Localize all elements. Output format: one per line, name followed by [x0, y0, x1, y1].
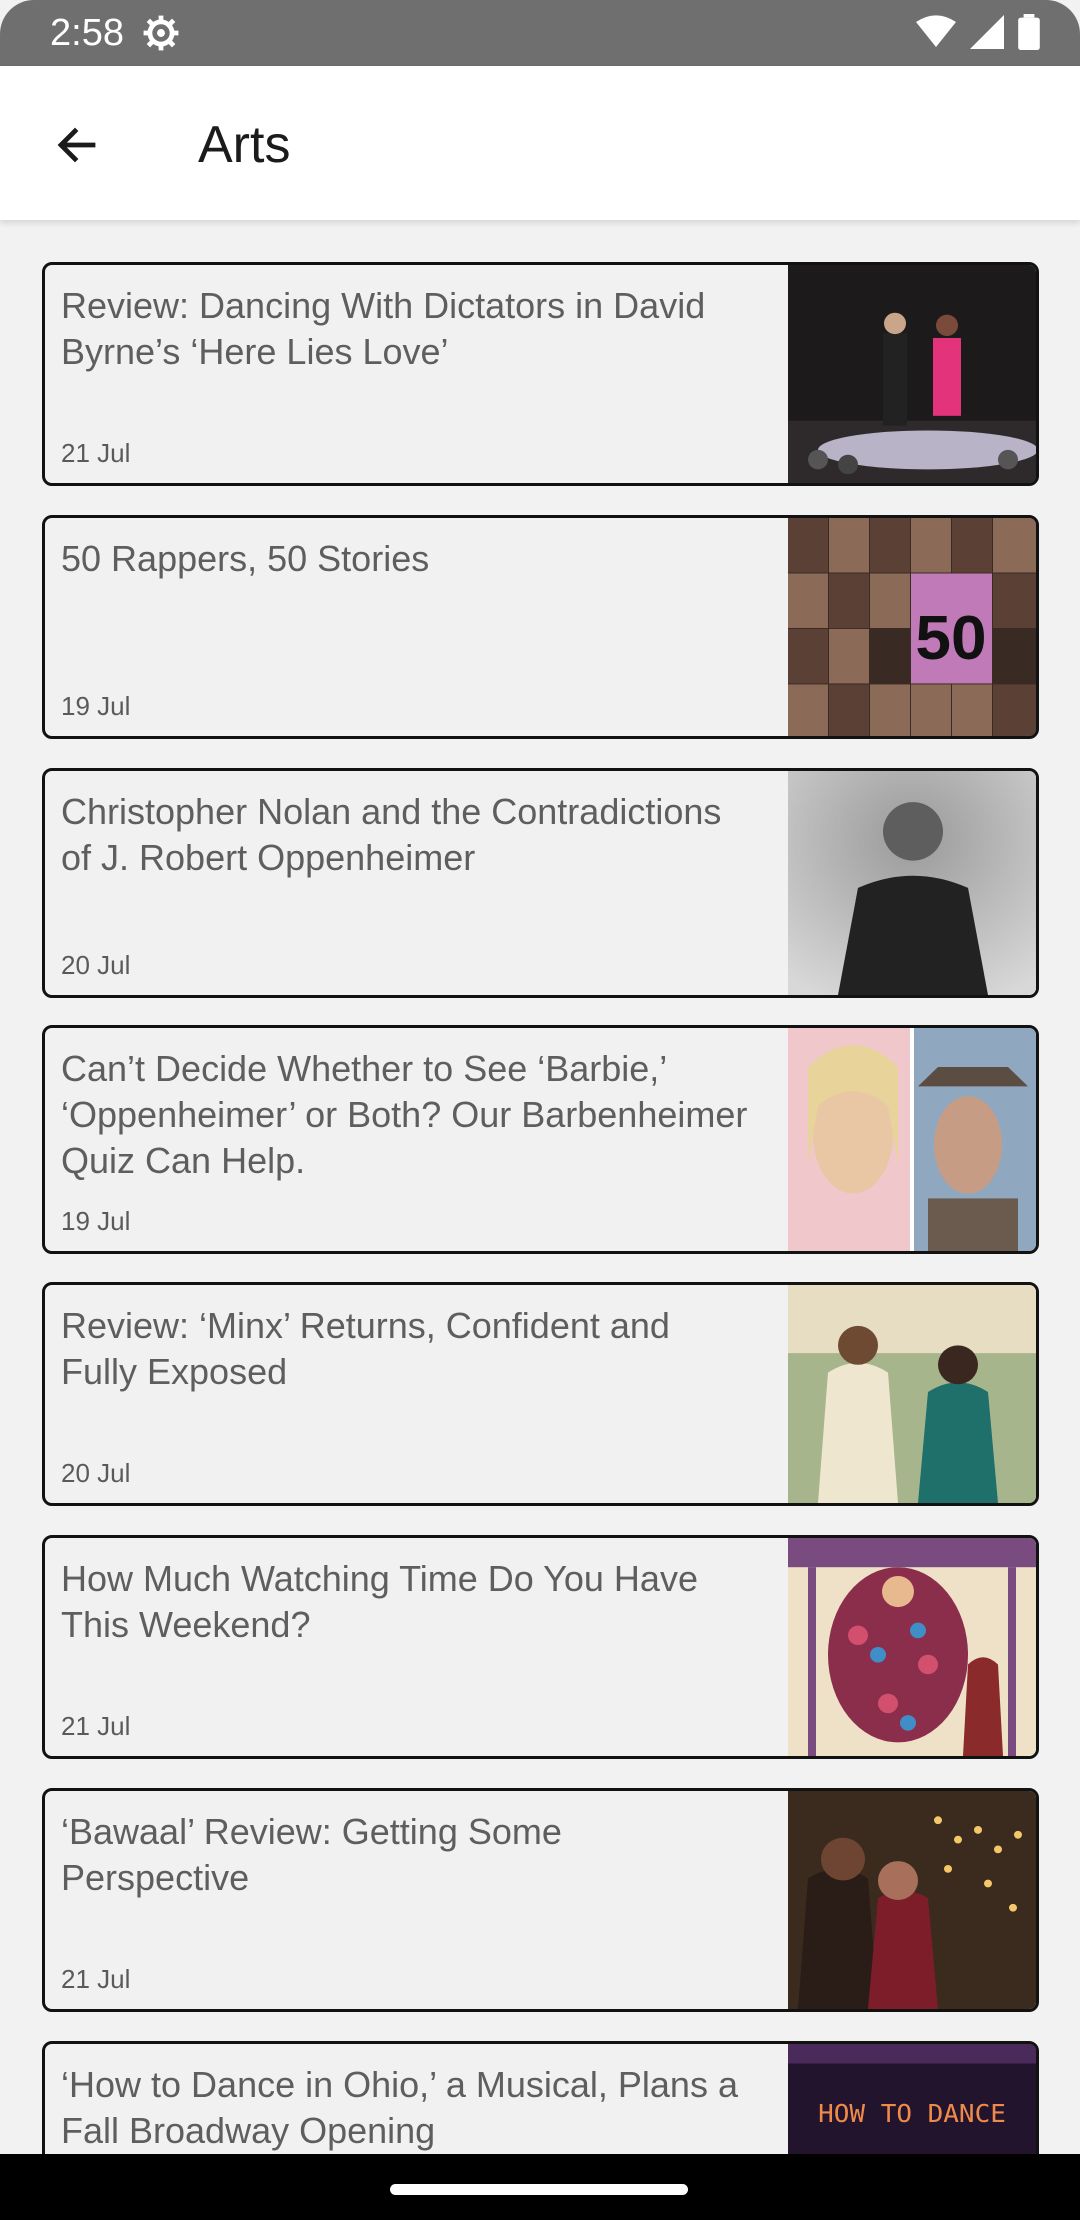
- article-list[interactable]: Review: Dancing With Dictators in David …: [0, 220, 1080, 2154]
- article-thumbnail: 50: [788, 518, 1036, 736]
- article-card[interactable]: Can’t Decide Whether to See ‘Barbie,’ ‘O…: [42, 1025, 1039, 1254]
- article-card[interactable]: 50 Rappers, 50 Stories 19 Jul 50: [42, 515, 1039, 739]
- article-thumbnail: [788, 1285, 1036, 1503]
- article-title: ‘How to Dance in Ohio,’ a Musical, Plans…: [61, 2064, 738, 2151]
- article-date: 19 Jul: [61, 1206, 131, 1236]
- article-date: 21 Jul: [61, 438, 131, 468]
- app-bar: Arts: [0, 66, 1080, 220]
- article-title: Can’t Decide Whether to See ‘Barbie,’ ‘O…: [61, 1048, 748, 1181]
- article-thumbnail: [788, 1791, 1036, 2009]
- status-bar: 2:58: [0, 0, 1080, 66]
- article-thumbnail: [788, 1538, 1036, 1756]
- article-title: Review: Dancing With Dictators in David …: [61, 285, 706, 372]
- settings-gear-icon: [143, 15, 179, 51]
- article-thumbnail: [788, 1028, 1036, 1251]
- article-date: 19 Jul: [61, 691, 131, 721]
- article-thumbnail: [788, 265, 1036, 483]
- article-title: ‘Bawaal’ Review: Getting Some Perspectiv…: [61, 1811, 562, 1898]
- article-thumbnail: [788, 771, 1036, 995]
- back-button[interactable]: [44, 112, 110, 178]
- page-title: Arts: [198, 116, 291, 174]
- article-thumbnail: HOW TO DANCE: [788, 2044, 1036, 2154]
- article-date: 20 Jul: [61, 950, 131, 980]
- status-icons: [916, 14, 1040, 50]
- navigation-bar: [0, 2154, 1080, 2220]
- article-date: 21 Jul: [61, 1964, 131, 1994]
- article-card[interactable]: ‘Bawaal’ Review: Getting Some Perspectiv…: [42, 1788, 1039, 2012]
- article-card[interactable]: Christopher Nolan and the Contradictions…: [42, 768, 1039, 998]
- wifi-icon: [916, 15, 956, 48]
- signal-icon: [970, 15, 1004, 49]
- article-title: 50 Rappers, 50 Stories: [61, 538, 430, 579]
- thumb-label: HOW TO DANCE: [818, 2099, 1006, 2129]
- article-card[interactable]: Review: Dancing With Dictators in David …: [42, 262, 1039, 486]
- article-title: Christopher Nolan and the Contradictions…: [61, 791, 722, 878]
- article-title: How Much Watching Time Do You Have This …: [61, 1558, 698, 1645]
- status-time: 2:58: [50, 12, 124, 54]
- battery-icon: [1018, 14, 1040, 50]
- article-card[interactable]: ‘How to Dance in Ohio,’ a Musical, Plans…: [42, 2041, 1039, 2154]
- thumb-label: 50: [915, 604, 986, 673]
- arrow-left-icon: [57, 127, 96, 163]
- article-card[interactable]: How Much Watching Time Do You Have This …: [42, 1535, 1039, 1759]
- article-date: 20 Jul: [61, 1458, 131, 1488]
- article-title: Review: ‘Minx’ Returns, Confident and Fu…: [61, 1305, 670, 1392]
- article-card[interactable]: Review: ‘Minx’ Returns, Confident and Fu…: [42, 1282, 1039, 1506]
- home-handle[interactable]: [390, 2184, 688, 2195]
- article-date: 21 Jul: [61, 1711, 131, 1741]
